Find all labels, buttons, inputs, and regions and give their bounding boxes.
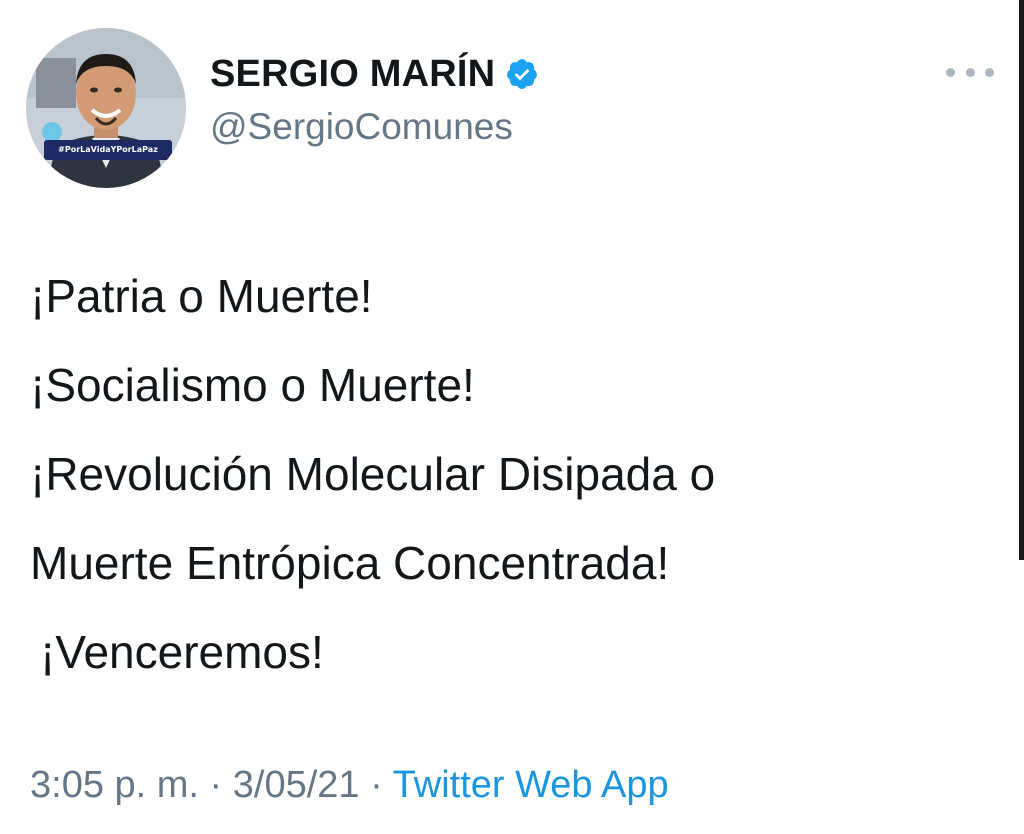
more-dot: [965, 67, 975, 77]
tweet-source-link[interactable]: Twitter Web App: [393, 764, 669, 806]
author-display-name[interactable]: SERGIO MARÍN: [210, 53, 495, 96]
avatar[interactable]: #PorLaVidaYPorLaPaz: [26, 28, 186, 188]
tweet-line: Muerte Entrópica Concentrada!: [30, 537, 670, 589]
tweet-time[interactable]: 3:05 p. m.: [30, 764, 199, 806]
tweet-line: ¡Revolución Molecular Disipada o: [30, 448, 716, 500]
author-handle[interactable]: @SergioComunes: [210, 106, 513, 148]
more-options-icon[interactable]: [946, 60, 994, 84]
screen-edge-divider: [1019, 0, 1024, 560]
more-dot: [985, 67, 994, 77]
tweet-line: ¡Socialismo o Muerte!: [30, 359, 475, 411]
tweet-card: #PorLaVidaYPorLaPaz SERGIO MARÍN @Sergio…: [0, 0, 1024, 834]
tweet-date[interactable]: 3/05/21: [233, 764, 360, 806]
verified-badge-icon: [507, 59, 538, 89]
tweet-metadata: 3:05 p. m. · 3/05/21 · Twitter Web App: [30, 764, 669, 807]
more-dot: [946, 67, 955, 77]
meta-separator: ·: [370, 764, 383, 806]
tweet-text: ¡Patria o Muerte! ¡Socialismo o Muerte! …: [30, 252, 990, 697]
tweet-line: ¡Venceremos!: [40, 626, 324, 678]
author-name-row: SERGIO MARÍN: [210, 50, 539, 98]
avatar-banner-text: #PorLaVidaYPorLaPaz: [44, 140, 172, 160]
avatar-photo: [26, 28, 186, 188]
meta-separator: ·: [209, 764, 223, 806]
tweet-line: ¡Patria o Muerte!: [30, 270, 373, 322]
